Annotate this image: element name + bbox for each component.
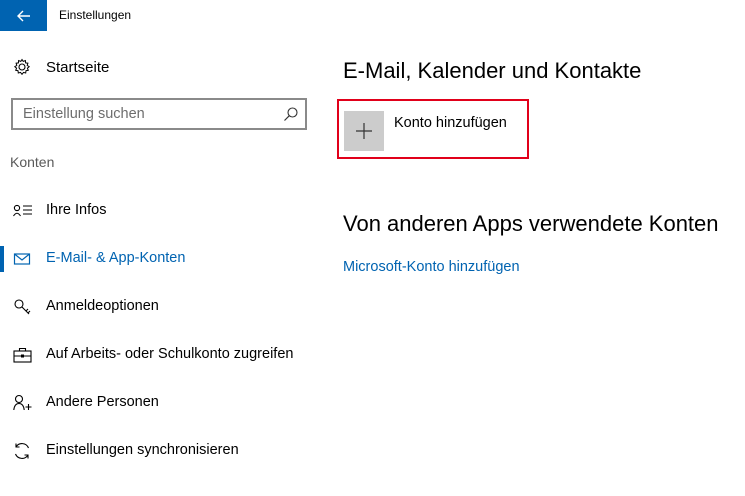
person-info-icon — [13, 204, 32, 217]
back-button[interactable] — [0, 0, 47, 31]
search-placeholder: Einstellung suchen — [23, 106, 145, 122]
sidebar-item-arbeits-schulkonto[interactable]: Auf Arbeits- oder Schulkonto zugreifen — [0, 333, 320, 377]
sidebar-home-label: Startseite — [46, 59, 110, 76]
arrow-left-icon — [16, 10, 30, 21]
search-icon[interactable] — [283, 106, 299, 122]
sidebar-home[interactable]: Startseite — [0, 50, 320, 84]
sidebar-item-label: Andere Personen — [46, 394, 159, 410]
key-icon — [14, 299, 31, 315]
person-add-icon — [13, 394, 32, 411]
sync-icon — [14, 443, 30, 459]
sidebar-item-ihre-infos[interactable]: Ihre Infos — [0, 189, 320, 233]
sidebar-item-label: Auf Arbeits- oder Schulkonto zugreifen — [46, 346, 294, 362]
sidebar-item-anmeldeoptionen[interactable]: Anmeldeoptionen — [0, 285, 320, 329]
sidebar-item-label: Ihre Infos — [46, 202, 107, 218]
sidebar-item-label: Einstellungen synchronisieren — [46, 442, 239, 458]
selection-indicator — [0, 246, 4, 272]
sidebar-item-andere-personen[interactable]: Andere Personen — [0, 381, 320, 425]
title-bar: Einstellungen — [0, 0, 745, 31]
gear-icon — [13, 58, 31, 76]
sidebar-item-label: Anmeldeoptionen — [46, 298, 159, 314]
section-title-other-apps: Von anderen Apps verwendete Konten — [343, 211, 719, 236]
add-account-tile — [344, 111, 384, 151]
sidebar-item-email-app-konten[interactable]: E-Mail- & App-Konten — [0, 237, 320, 281]
sidebar-item-synchronisieren[interactable]: Einstellungen synchronisieren — [0, 429, 320, 473]
add-microsoft-account-link[interactable]: Microsoft-Konto hinzufügen — [343, 259, 520, 275]
section-label-konten: Konten — [10, 154, 55, 170]
window-title: Einstellungen — [59, 8, 132, 22]
mail-icon — [13, 253, 31, 265]
sidebar-item-label: E-Mail- & App-Konten — [46, 250, 186, 266]
add-account-button[interactable]: Konto hinzufügen — [337, 99, 529, 159]
add-account-label: Konto hinzufügen — [394, 115, 507, 131]
page-title: E-Mail, Kalender und Kontakte — [343, 58, 642, 83]
briefcase-icon — [13, 347, 32, 363]
search-input[interactable]: Einstellung suchen — [11, 98, 307, 130]
plus-icon — [356, 123, 372, 139]
